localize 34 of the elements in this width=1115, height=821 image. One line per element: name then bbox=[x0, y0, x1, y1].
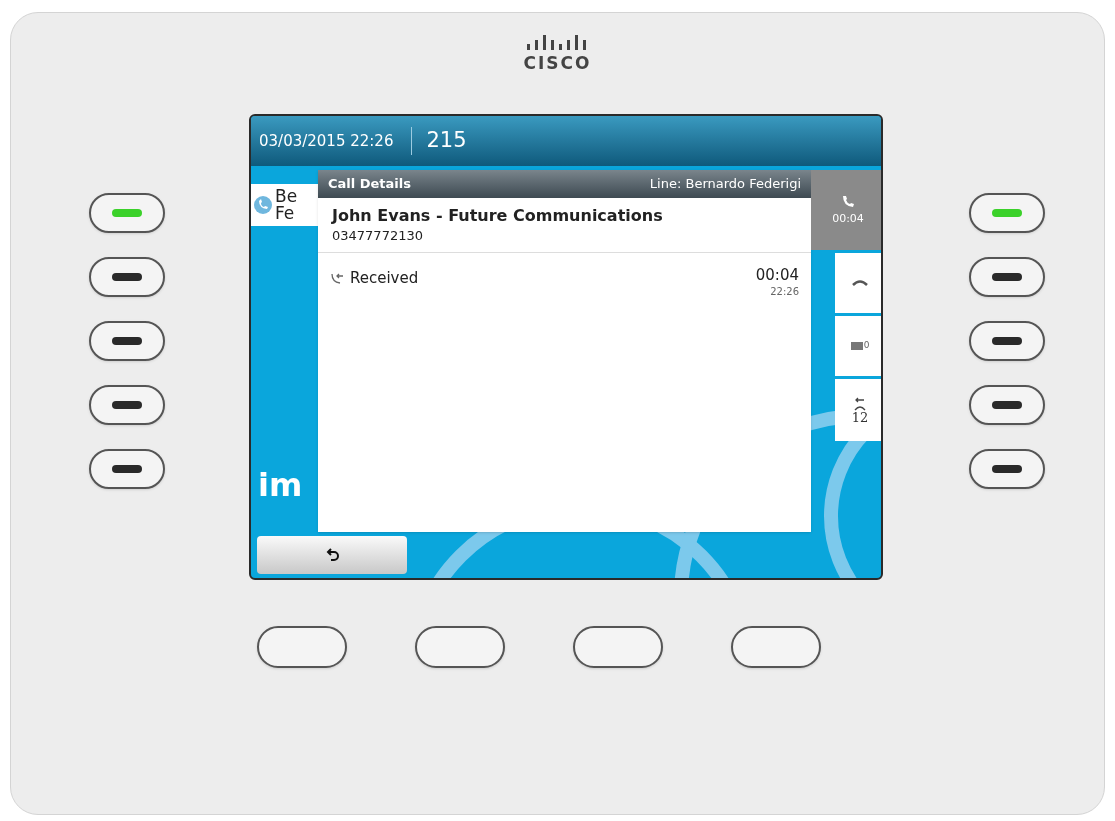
soft-key-button[interactable] bbox=[572, 626, 663, 668]
caller-number: 03477772130 bbox=[332, 227, 424, 245]
soft-key-button[interactable] bbox=[256, 626, 347, 668]
line-key-button[interactable] bbox=[969, 321, 1045, 361]
voicemail-button[interactable]: 0 bbox=[835, 316, 881, 376]
callback-button[interactable]: 12 bbox=[835, 379, 881, 441]
active-call-button[interactable]: 00:04 bbox=[811, 170, 881, 250]
line-key-button[interactable] bbox=[969, 385, 1045, 425]
line-key-button[interactable] bbox=[89, 385, 165, 425]
line-key-button[interactable] bbox=[89, 449, 165, 489]
caller-name: John Evans - Future Communications bbox=[332, 206, 664, 226]
call-duration: 00:04 bbox=[755, 266, 799, 284]
soft-key-button[interactable] bbox=[730, 626, 821, 668]
extension-number: 215 bbox=[426, 127, 467, 155]
back-arrow-icon bbox=[324, 547, 340, 563]
line-key-button[interactable] bbox=[969, 193, 1045, 233]
envelope-icon bbox=[850, 342, 863, 350]
handset-icon bbox=[852, 279, 868, 287]
call-time: 22:26 bbox=[770, 284, 799, 299]
dialog-title: Call Details bbox=[328, 175, 411, 194]
line-label: Be bbox=[275, 188, 298, 205]
call-type: Received bbox=[350, 267, 419, 289]
wallpaper-text: im bbox=[258, 465, 303, 506]
date-time: 03/03/2015 22:26 bbox=[259, 130, 394, 152]
line-key-button[interactable] bbox=[89, 257, 165, 297]
line-key-button[interactable] bbox=[969, 257, 1045, 297]
line-name: Line: Bernardo Federigi bbox=[649, 175, 801, 194]
line-key-button[interactable] bbox=[89, 321, 165, 361]
soft-key-button[interactable] bbox=[414, 626, 505, 668]
logo-text: CISCO bbox=[523, 55, 592, 72]
line-key-button[interactable] bbox=[969, 449, 1045, 489]
line-key-button[interactable] bbox=[89, 193, 165, 233]
line-label: Fe bbox=[275, 205, 296, 222]
callback-icon bbox=[854, 396, 866, 411]
